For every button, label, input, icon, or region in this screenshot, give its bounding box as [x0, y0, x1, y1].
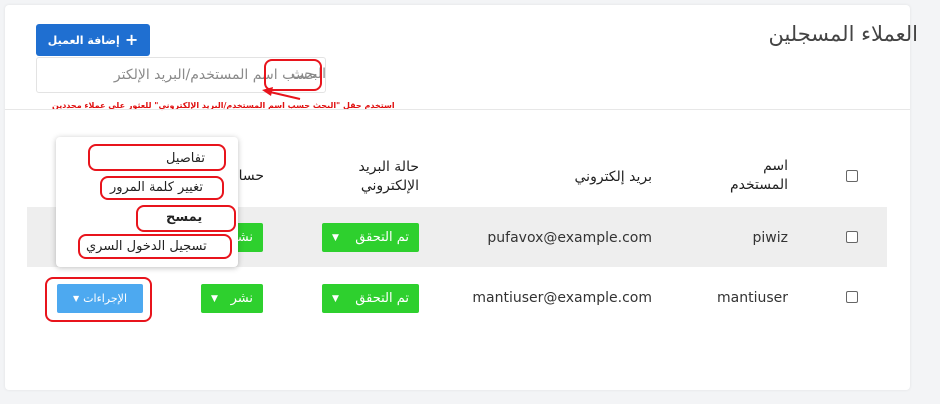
annotation-search-highlight	[264, 59, 322, 91]
account-status-button[interactable]: نشر ▼	[201, 284, 263, 313]
annotation-secret-login	[78, 234, 232, 259]
header-divider	[5, 109, 910, 110]
row-email: pufavox@example.com	[487, 230, 652, 246]
header-email-status-line1: حالة البريد	[358, 159, 420, 175]
chevron-down-icon: ▼	[211, 293, 218, 304]
header-username-line2: المستخدم	[729, 177, 788, 193]
header-username-line1: اسم	[763, 158, 788, 174]
row-checkbox[interactable]	[846, 231, 858, 243]
email-status-button[interactable]: تم التحقق ▼	[322, 223, 419, 252]
row-username: mantiuser	[716, 290, 788, 306]
header-email-status: حالة البريد الإلكتروني	[359, 158, 420, 196]
header-username: اسم المستخدم	[730, 157, 788, 195]
row-checkbox[interactable]	[846, 291, 858, 303]
row-username: piwiz	[752, 230, 788, 246]
header-email: بريد إلكتروني	[574, 169, 652, 185]
email-status-button[interactable]: تم التحقق ▼	[322, 284, 419, 313]
email-status-label: تم التحقق	[355, 291, 409, 306]
email-status-label: تم التحقق	[355, 230, 409, 245]
chevron-down-icon: ▼	[332, 293, 339, 304]
account-status-label: نشر	[230, 291, 253, 306]
header-email-status-line2: الإلكتروني	[360, 178, 419, 194]
annotation-actions	[45, 277, 152, 322]
select-all-checkbox[interactable]	[846, 170, 858, 182]
row-email: mantiuser@example.com	[472, 290, 652, 306]
chevron-down-icon: ▼	[332, 232, 339, 243]
header-account-status: حسا	[238, 168, 264, 184]
annotation-details	[88, 144, 226, 171]
annotation-delete	[136, 205, 236, 232]
annotation-change-password	[100, 176, 224, 200]
